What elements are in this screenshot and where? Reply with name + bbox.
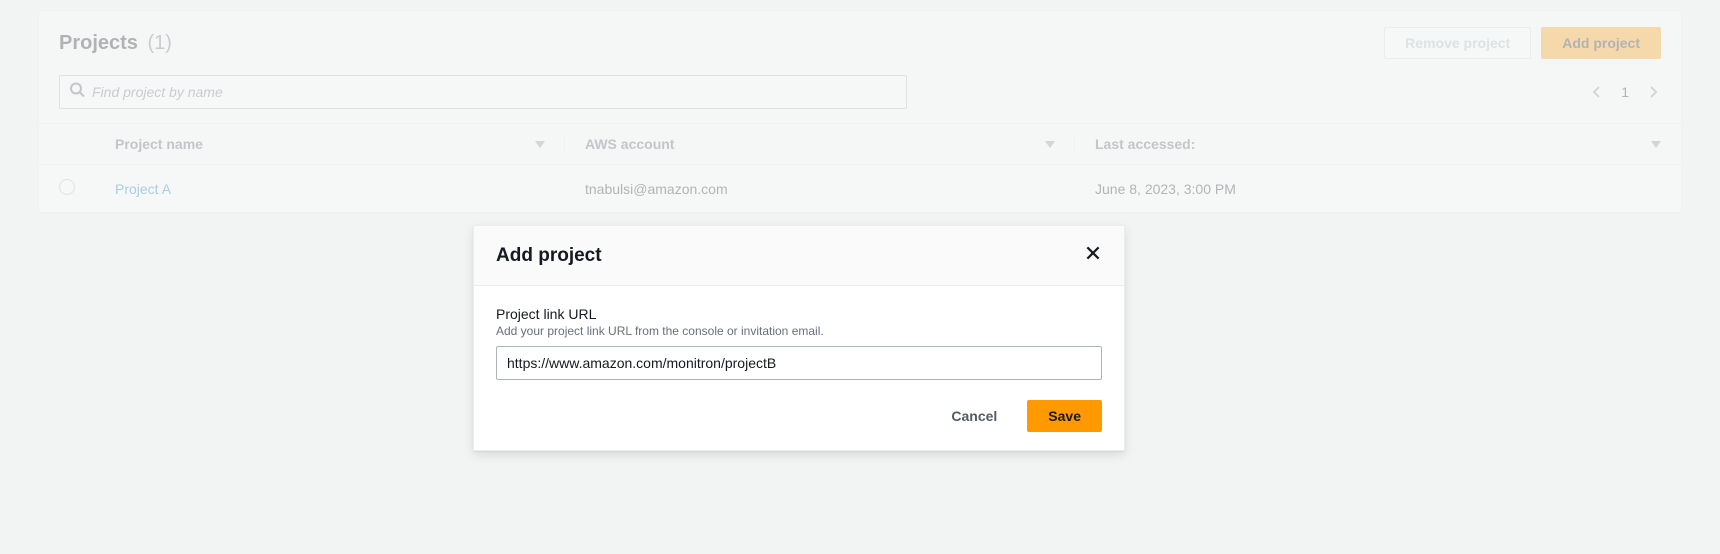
project-name-link[interactable]: Project A bbox=[115, 181, 171, 197]
pagination-next-button[interactable] bbox=[1645, 84, 1661, 100]
save-button[interactable]: Save bbox=[1027, 400, 1102, 432]
pagination-page-number: 1 bbox=[1621, 84, 1629, 100]
column-last-accessed[interactable]: Last accessed: bbox=[1075, 124, 1681, 165]
add-project-modal: Add project Project link URL Add your pr… bbox=[473, 225, 1125, 451]
projects-table: Project name AWS account Last accessed: bbox=[39, 123, 1681, 213]
row-account: tnabulsi@amazon.com bbox=[565, 165, 1075, 213]
panel-tools: 1 bbox=[39, 75, 1681, 123]
column-project-name[interactable]: Project name bbox=[95, 124, 565, 165]
column-project-name-label: Project name bbox=[115, 136, 203, 152]
pagination: 1 bbox=[1589, 84, 1661, 100]
modal-title: Add project bbox=[496, 245, 602, 267]
project-url-label: Project link URL bbox=[496, 306, 1102, 322]
radio-icon[interactable] bbox=[59, 179, 75, 195]
search-icon bbox=[69, 82, 85, 103]
sort-caret-icon bbox=[1045, 136, 1055, 152]
pagination-prev-button[interactable] bbox=[1589, 84, 1605, 100]
column-last-accessed-label: Last accessed: bbox=[1095, 136, 1195, 152]
sort-caret-icon bbox=[1651, 136, 1661, 152]
remove-project-button[interactable]: Remove project bbox=[1384, 27, 1531, 59]
row-select[interactable] bbox=[39, 165, 95, 213]
page-title: Projects (1) bbox=[59, 32, 172, 55]
modal-body: Project link URL Add your project link U… bbox=[474, 286, 1124, 386]
table-row[interactable]: Project A tnabulsi@amazon.com June 8, 20… bbox=[39, 165, 1681, 213]
row-last-accessed: June 8, 2023, 3:00 PM bbox=[1075, 165, 1681, 213]
column-aws-account[interactable]: AWS account bbox=[565, 124, 1075, 165]
project-url-input[interactable] bbox=[496, 346, 1102, 380]
modal-header: Add project bbox=[474, 226, 1124, 286]
project-count: (1) bbox=[148, 32, 172, 54]
column-aws-account-label: AWS account bbox=[585, 136, 674, 152]
search-wrap bbox=[59, 75, 907, 109]
panel-header: Projects (1) Remove project Add project bbox=[39, 11, 1681, 75]
projects-panel: Projects (1) Remove project Add project … bbox=[38, 10, 1682, 214]
modal-footer: Cancel Save bbox=[474, 386, 1124, 450]
sort-caret-icon bbox=[535, 136, 545, 152]
page-title-text: Projects bbox=[59, 32, 138, 54]
close-icon[interactable] bbox=[1084, 244, 1102, 267]
project-url-hint: Add your project link URL from the conso… bbox=[496, 324, 1102, 338]
search-input[interactable] bbox=[59, 75, 907, 109]
add-project-button[interactable]: Add project bbox=[1541, 27, 1661, 59]
column-select bbox=[39, 124, 95, 165]
cancel-button[interactable]: Cancel bbox=[931, 400, 1017, 432]
